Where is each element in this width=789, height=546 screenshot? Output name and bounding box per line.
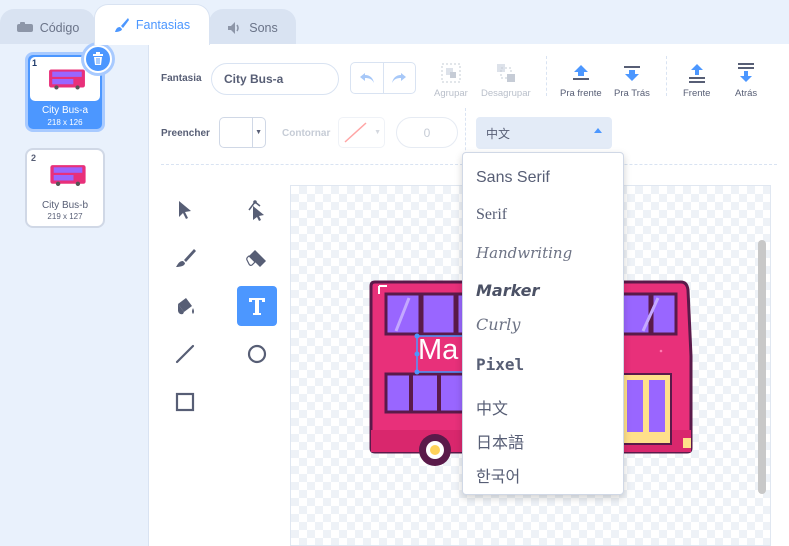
redo-icon	[392, 73, 407, 83]
costume-number: 2	[31, 153, 37, 163]
fill-swatch	[220, 118, 253, 147]
front-button[interactable]: Frente	[683, 62, 710, 99]
tab-sounds[interactable]: Sons	[209, 9, 296, 45]
backward-button[interactable]: Pra Trás	[614, 62, 650, 99]
speaker-icon	[227, 21, 243, 35]
backward-label: Pra Trás	[614, 88, 650, 99]
code-icon	[16, 21, 34, 34]
font-option-curly[interactable]: Curly	[476, 315, 520, 334]
eraser-tool[interactable]	[237, 238, 277, 278]
fill-color-picker[interactable]: ▼	[219, 117, 266, 148]
back-label: Atrás	[735, 88, 758, 99]
text-icon	[249, 298, 265, 315]
font-option-chinese[interactable]: 中文	[476, 395, 508, 419]
costume-item-1[interactable]: 1 City Bus-a 218 x 126	[25, 45, 112, 132]
front-label: Frente	[683, 88, 711, 99]
font-option-pixel[interactable]: Pixel	[476, 355, 524, 374]
font-select[interactable]: 中文	[476, 117, 612, 149]
costume-name-input[interactable]: City Bus-a	[211, 63, 339, 95]
font-option-sans-serif[interactable]: Sans Serif	[476, 169, 550, 187]
outline-color-picker[interactable]: ▼	[338, 117, 385, 148]
bus-thumbnail	[49, 69, 85, 90]
font-dropdown-menu: Sans Serif Serif Handwriting Marker Curl…	[462, 152, 624, 495]
group-button[interactable]: Agrupar	[434, 62, 468, 99]
toolbar-divider	[666, 56, 667, 96]
costume-name: City Bus-b	[41, 200, 89, 211]
forward-button[interactable]: Pra frente	[560, 62, 602, 99]
tab-sounds-label: Sons	[249, 20, 278, 35]
group-label: Agrupar	[434, 88, 468, 99]
back-button[interactable]: Atrás	[735, 62, 757, 99]
rectangle-tool[interactable]	[165, 382, 205, 422]
costume-number: 1	[32, 58, 38, 68]
canvas-text[interactable]: Ma	[418, 334, 458, 367]
font-option-handwriting[interactable]: Handwriting	[476, 244, 572, 262]
arrow-down-icon	[623, 66, 640, 81]
circle-tool[interactable]	[237, 334, 277, 374]
reshape-icon	[248, 200, 264, 221]
outline-width-input[interactable]: 0	[396, 117, 458, 148]
no-color-icon	[344, 122, 367, 143]
costume-size: 218 x 126	[47, 118, 83, 127]
ungroup-label: Desagrupar	[481, 88, 531, 99]
send-to-back-icon	[738, 63, 755, 82]
fill-tool[interactable]	[165, 286, 205, 326]
rectangle-icon	[175, 392, 195, 412]
canvas-scrollbar[interactable]	[758, 240, 766, 494]
tab-code[interactable]: Código	[0, 9, 95, 45]
reshape-tool[interactable]	[237, 190, 277, 230]
brush-tool[interactable]	[165, 238, 205, 278]
bus-thumbnail	[50, 165, 86, 186]
tab-bar: Código Fantasias Sons	[0, 0, 789, 45]
toolbar-divider	[546, 56, 547, 96]
undo-icon	[359, 73, 374, 83]
undo-button[interactable]	[351, 63, 384, 93]
eraser-icon	[246, 250, 266, 267]
line-icon	[175, 344, 195, 364]
tab-costumes-label: Fantasias	[135, 18, 191, 32]
brush-icon	[114, 17, 130, 33]
arrow-up-icon	[572, 65, 589, 80]
costume-name: City Bus-a	[41, 105, 89, 116]
ungroup-button[interactable]: Desagrupar	[481, 62, 531, 99]
paintbrush-icon	[176, 249, 196, 267]
costume-name-label: Fantasia	[161, 73, 202, 84]
fill-label: Preencher	[161, 128, 210, 139]
line-tool[interactable]	[165, 334, 205, 374]
font-select-value: 中文	[486, 126, 511, 141]
undo-redo-group	[350, 62, 416, 94]
ungroup-icon	[496, 64, 515, 82]
pointer-icon	[179, 201, 191, 219]
delete-costume-button[interactable]	[84, 45, 112, 73]
circle-icon	[247, 344, 267, 364]
redo-button[interactable]	[384, 63, 416, 93]
outline-label: Contornar	[282, 128, 331, 139]
costume-item-2[interactable]: 2 City Bus-b 219 x 127	[25, 148, 105, 228]
trash-icon	[93, 52, 103, 65]
group-icon	[441, 63, 461, 83]
select-tool[interactable]	[165, 190, 205, 230]
bring-to-front-icon	[688, 64, 705, 83]
text-tool[interactable]	[237, 286, 277, 326]
caret-up-icon	[594, 128, 602, 133]
font-option-marker[interactable]: Marker	[476, 281, 539, 300]
costume-list: 1 City Bus-a 218 x 126 2 City Bus-b 219 …	[0, 44, 131, 546]
caret-down-icon: ▼	[255, 129, 262, 136]
font-option-korean[interactable]: 한국어	[476, 463, 520, 487]
costume-size: 219 x 127	[47, 212, 83, 221]
tab-code-label: Código	[39, 20, 80, 35]
caret-down-icon: ▼	[374, 129, 381, 136]
paint-bucket-icon	[178, 298, 194, 315]
tab-costumes[interactable]: Fantasias	[94, 4, 210, 45]
forward-label: Pra frente	[560, 88, 602, 99]
font-option-serif[interactable]: Serif	[476, 206, 507, 224]
font-option-japanese[interactable]: 日本語	[476, 429, 524, 453]
